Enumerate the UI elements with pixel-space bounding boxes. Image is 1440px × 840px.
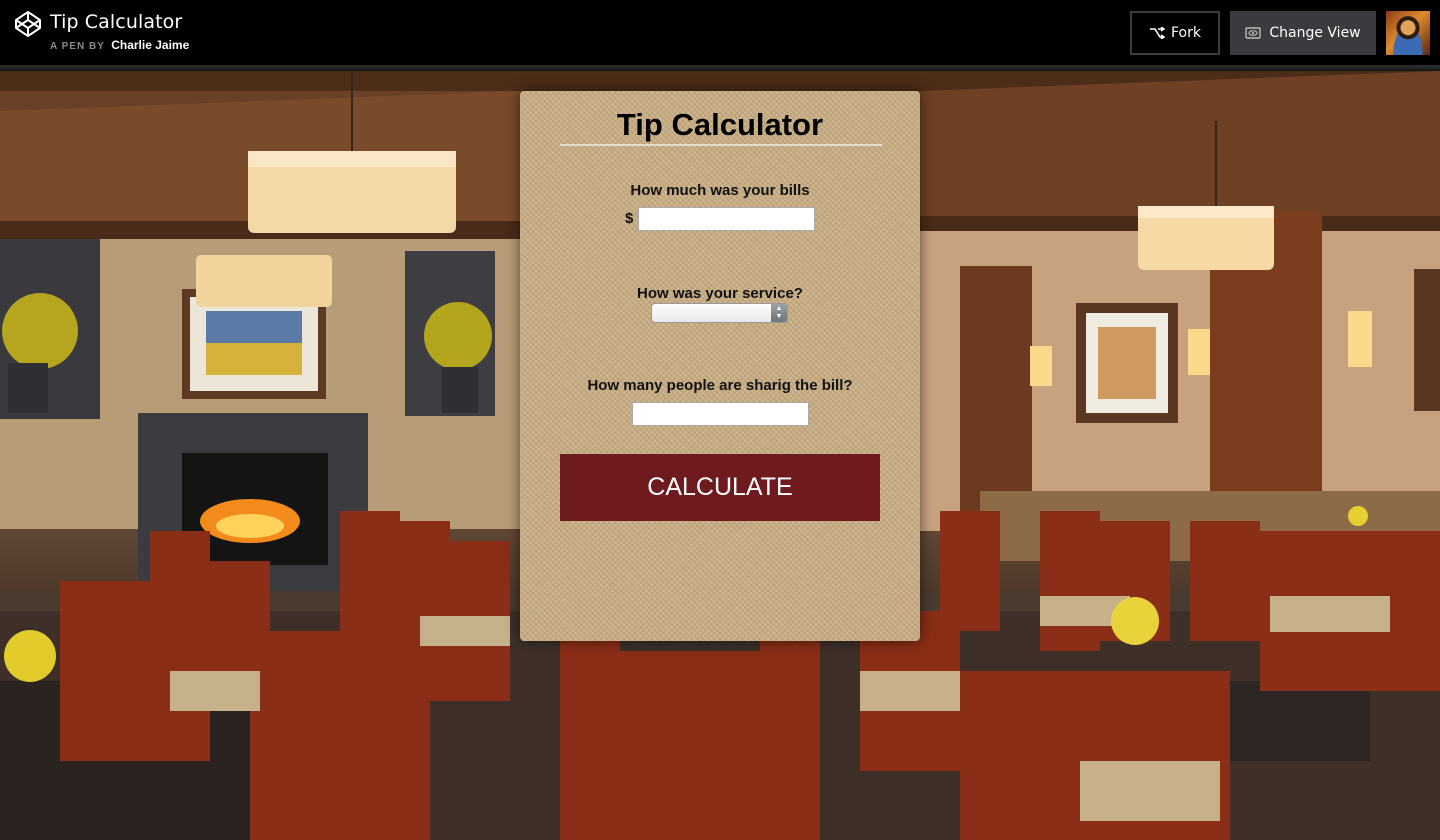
service-label: How was your service?: [637, 285, 803, 302]
change-view-button[interactable]: Change View: [1230, 11, 1376, 55]
fork-button[interactable]: Fork: [1130, 11, 1220, 55]
codepen-header: Tip Calculator A PEN BY Charlie Jaime Fo…: [0, 0, 1440, 66]
select-arrows-icon: ▲ ▼: [771, 304, 787, 322]
eye-box-icon: [1245, 27, 1262, 39]
title-divider: [560, 144, 882, 146]
tip-calculator-card: Tip Calculator How much was your bills $…: [520, 91, 920, 641]
pen-title: Tip Calculator: [50, 11, 183, 33]
service-quality-select[interactable]: ▲ ▼: [651, 303, 788, 323]
codepen-logo-icon[interactable]: [14, 10, 42, 38]
byline-prefix: A PEN BY: [50, 41, 105, 52]
user-avatar[interactable]: [1386, 11, 1430, 55]
calculator-title: Tip Calculator: [616, 107, 824, 142]
bill-amount-input[interactable]: [638, 207, 815, 231]
people-label: How many people are sharig the bill?: [587, 377, 853, 394]
calculate-button[interactable]: CALCULATE: [560, 454, 880, 521]
fork-label: Fork: [1171, 25, 1201, 41]
bill-label: How much was your bills: [630, 182, 810, 199]
change-view-label: Change View: [1269, 25, 1361, 41]
pen-byline: A PEN BY Charlie Jaime: [50, 38, 189, 52]
fork-icon: [1150, 27, 1165, 39]
currency-symbol: $: [625, 210, 634, 227]
author-link[interactable]: Charlie Jaime: [111, 38, 189, 52]
people-count-input[interactable]: [632, 402, 809, 426]
